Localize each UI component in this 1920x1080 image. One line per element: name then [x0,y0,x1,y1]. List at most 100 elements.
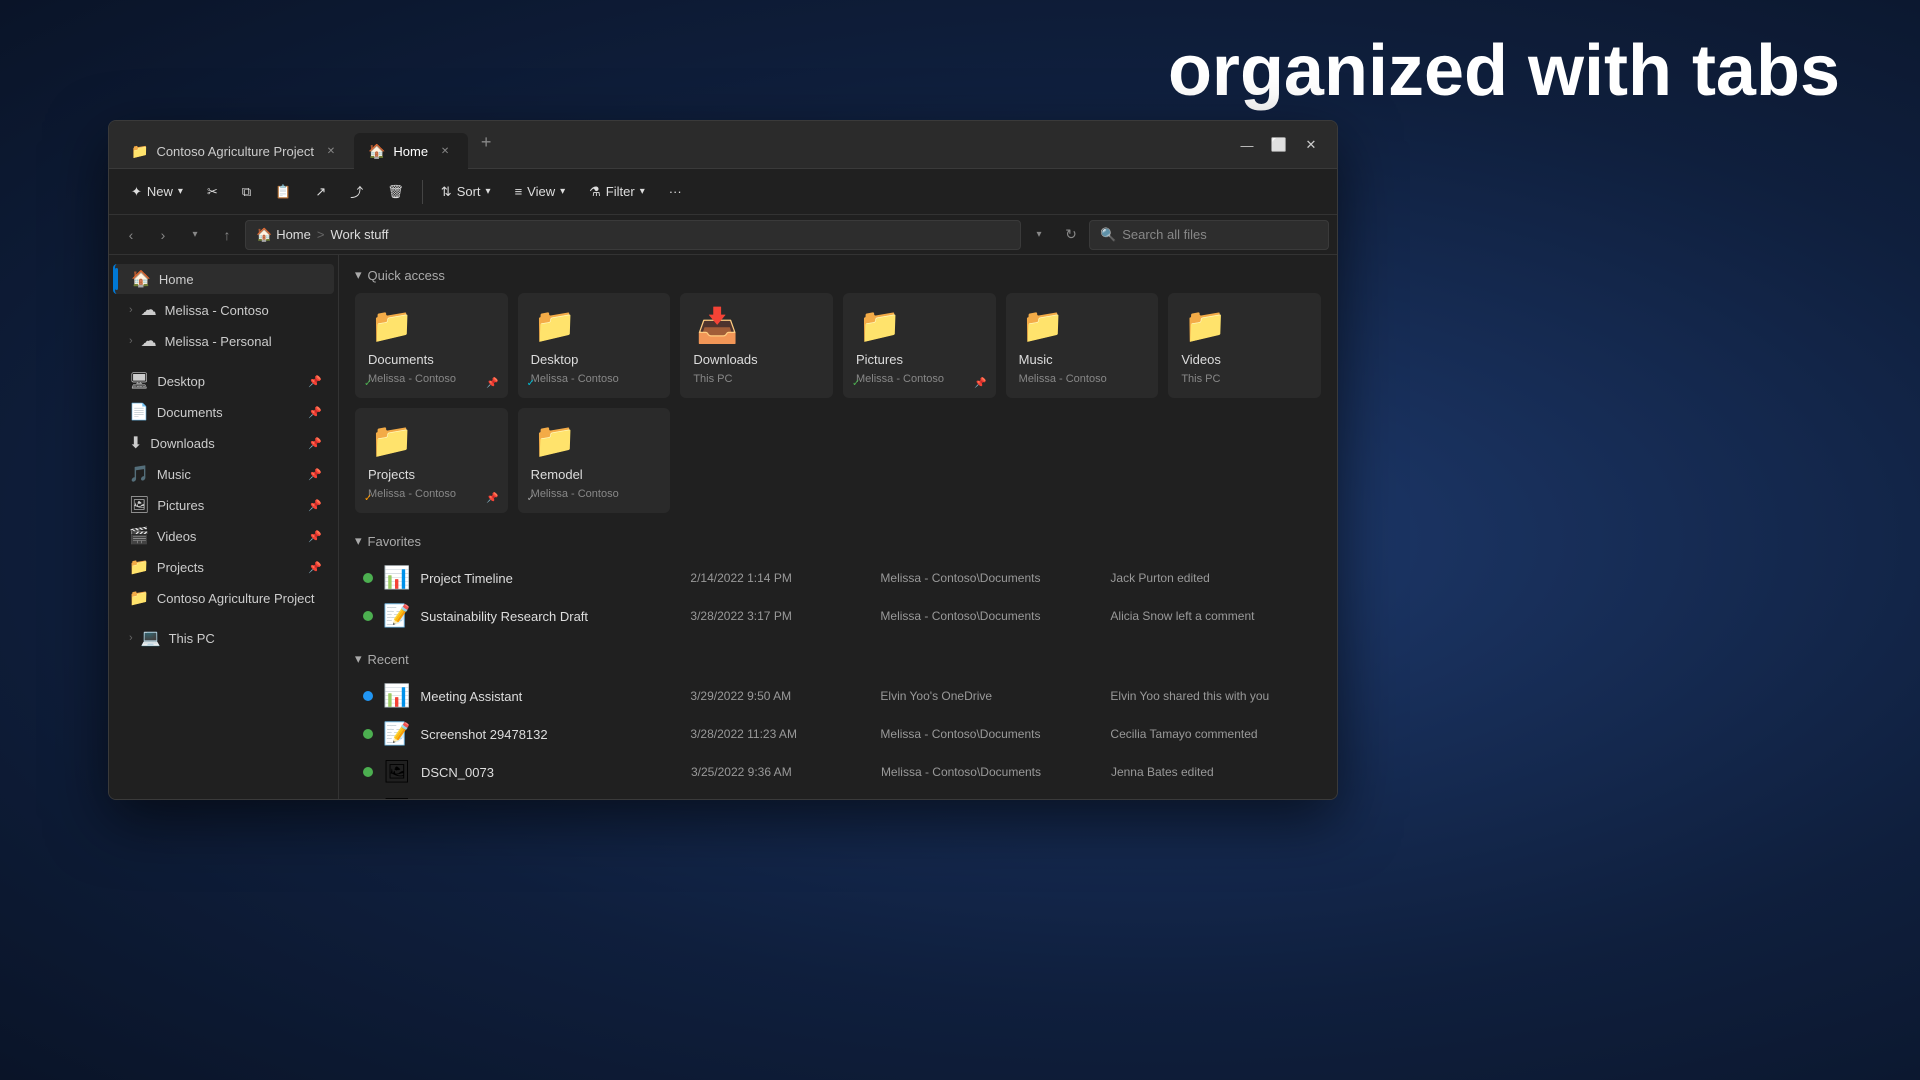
address-dropdown-button[interactable]: ▾ [1025,221,1053,249]
tab-home[interactable]: 🏠 Home ✕ [354,133,468,169]
item-location-timeline: Melissa - Contoso\Documents [880,571,1100,585]
file-icon-screenshot: 📝 [383,721,410,747]
filter-button[interactable]: ⚗ Filter ▾ [579,179,655,205]
list-item-screenshot[interactable]: 📝 Screenshot 29478132 3/28/2022 11:23 AM… [355,715,1321,753]
forward-button[interactable]: › [149,221,177,249]
sidebar-melissa-personal-label: Melissa - Personal [165,334,322,349]
item-name-meeting: Meeting Assistant [420,689,680,704]
share-button[interactable]: ↗ [305,179,336,205]
nav2-button[interactable]: ⤴ [340,177,373,206]
expand-icon-2: › [129,335,133,347]
folder-card-projects[interactable]: 📁 Projects Melissa - Contoso ✓ 📌 [355,408,508,513]
search-box[interactable]: 🔍 Search all files [1089,220,1329,250]
up-button[interactable]: ↑ [213,221,241,249]
sidebar-item-contoso-agri[interactable]: 📁 Contoso Agriculture Project [113,583,334,613]
list-item-project-timeline[interactable]: 📊 Project Timeline 2/14/2022 1:14 PM Mel… [355,559,1321,597]
file-icon-dscn73: 🖼 [383,759,411,785]
recent-paths-button[interactable]: ▾ [181,221,209,249]
tab-contoso[interactable]: 📁 Contoso Agriculture Project ✕ [117,133,354,169]
quick-access-chevron: ▾ [355,267,362,283]
sidebar-item-melissa-contoso[interactable]: › ☁ Melissa - Contoso [113,295,334,325]
cloud-icon-1: ☁ [141,300,157,320]
list-item-dscn-0072[interactable]: 🖼 DSCN_0072 3/17/2022 1:27 PM Rick Hartn… [355,791,1321,799]
new-button[interactable]: ✦ New ▾ [121,179,193,205]
folder-name-pictures: Pictures [856,352,903,367]
quick-access-label: Quick access [368,268,445,283]
sidebar-item-downloads[interactable]: ⬇ Downloads 📌 [113,428,334,458]
filter-chevron-icon: ▾ [640,186,645,197]
pictures-icon: 🖼 [129,495,149,515]
cut-button[interactable]: ✂ [197,179,228,205]
folder-card-documents[interactable]: 📁 Documents Melissa - Contoso ✓ 📌 [355,293,508,398]
recent-header[interactable]: ▾ Recent [355,651,1321,667]
list-item-meeting-assistant[interactable]: 📊 Meeting Assistant 3/29/2022 9:50 AM El… [355,677,1321,715]
folder-name-projects: Projects [368,467,415,482]
file-icon-dscn72: 🖼 [383,797,411,799]
tab-home-icon: 🏠 [368,143,385,160]
filter-label: Filter [606,184,635,199]
sync-icon-pictures: ✓ [852,378,860,389]
tab-add-button[interactable]: + [472,129,500,157]
pin-badge-documents: 📌 [486,378,498,389]
pin-badge-projects: 📌 [486,493,498,504]
close-button[interactable]: ✕ [1297,131,1325,159]
item-location-dscn73: Melissa - Contoso\Documents [881,765,1101,779]
folder-card-downloads[interactable]: 📥 Downloads This PC [680,293,833,398]
refresh-button[interactable]: ↻ [1057,221,1085,249]
breadcrumb[interactable]: 🏠 Home > Work stuff [245,220,1021,250]
sidebar-item-this-pc[interactable]: › 💻 This PC [113,623,334,653]
list-item-dscn-0073[interactable]: 🖼 DSCN_0073 3/25/2022 9:36 AM Melissa - … [355,753,1321,791]
folder-card-pictures[interactable]: 📁 Pictures Melissa - Contoso ✓ 📌 [843,293,996,398]
sidebar-item-pictures[interactable]: 🖼 Pictures 📌 [113,490,334,520]
paste-button[interactable]: 📋 [265,179,301,205]
folder-card-remodel[interactable]: 📁 Remodel Melissa - Contoso ✓ [518,408,671,513]
tab-home-close[interactable]: ✕ [436,142,454,160]
sidebar-item-home[interactable]: 🏠 Home [113,264,334,294]
recent-chevron: ▾ [355,651,362,667]
minimize-button[interactable]: — [1233,131,1261,159]
more-button[interactable]: ··· [659,179,692,204]
search-placeholder: Search all files [1122,227,1207,242]
title-bar: 📁 Contoso Agriculture Project ✕ 🏠 Home ✕… [109,121,1337,169]
folder-card-videos[interactable]: 📁 Videos This PC [1168,293,1321,398]
sidebar-item-desktop[interactable]: 🖥 Desktop 📌 [113,366,334,396]
sidebar-item-music[interactable]: 🎵 Music 📌 [113,459,334,489]
contoso-agri-icon: 📁 [129,588,149,608]
folder-sub-documents: Melissa - Contoso [368,373,456,385]
pin-icon-documents: 📌 [308,406,322,419]
favorites-header[interactable]: ▾ Favorites [355,533,1321,549]
tab-folder-icon: 📁 [131,143,148,160]
item-name-dscn73: DSCN_0073 [421,765,681,780]
maximize-button[interactable]: ⬜ [1265,131,1293,159]
sidebar-item-projects[interactable]: 📁 Projects 📌 [113,552,334,582]
view-button[interactable]: ≡ View ▾ [505,179,576,204]
folder-name-desktop: Desktop [531,352,579,367]
folder-sub-remodel: Melissa - Contoso [531,488,619,500]
recent-section: ▾ Recent 📊 Meeting Assistant 3/29/2022 9… [355,651,1321,799]
list-item-sustainability[interactable]: 📝 Sustainability Research Draft 3/28/202… [355,597,1321,635]
folder-card-music[interactable]: 📁 Music Melissa - Contoso [1006,293,1159,398]
item-name-sustainability: Sustainability Research Draft [420,609,680,624]
sidebar-item-melissa-personal[interactable]: › ☁ Melissa - Personal [113,326,334,356]
tab-contoso-close[interactable]: ✕ [322,142,340,160]
delete-button[interactable]: 🗑 [377,179,414,205]
sidebar-item-documents[interactable]: 📄 Documents 📌 [113,397,334,427]
folder-icon-videos: 📁 [1181,306,1229,346]
copy-button[interactable]: ⧉ [232,179,261,205]
folder-sub-desktop: Melissa - Contoso [531,373,619,385]
hero-text: organized with tabs [1168,30,1840,112]
downloads-icon: ⬇ [129,433,142,453]
sidebar-home-label: Home [159,272,322,287]
item-location-meeting: Elvin Yoo's OneDrive [880,689,1100,703]
sidebar-item-videos[interactable]: 🎬 Videos 📌 [113,521,334,551]
status-dot-dscn73 [363,767,373,777]
documents-icon: 📄 [129,402,149,422]
favorites-section: ▾ Favorites 📊 Project Timeline 2/14/2022… [355,533,1321,635]
sort-button[interactable]: ⇅ Sort ▾ [431,179,501,205]
sidebar-this-pc-label: This PC [169,631,322,646]
pin-icon-music: 📌 [308,468,322,481]
quick-access-header[interactable]: ▾ Quick access [355,267,1321,283]
folder-card-desktop[interactable]: 📁 Desktop Melissa - Contoso ✓ [518,293,671,398]
back-button[interactable]: ‹ [117,221,145,249]
quick-access-grid: 📁 Documents Melissa - Contoso ✓ 📌 📁 Desk… [355,293,1321,513]
